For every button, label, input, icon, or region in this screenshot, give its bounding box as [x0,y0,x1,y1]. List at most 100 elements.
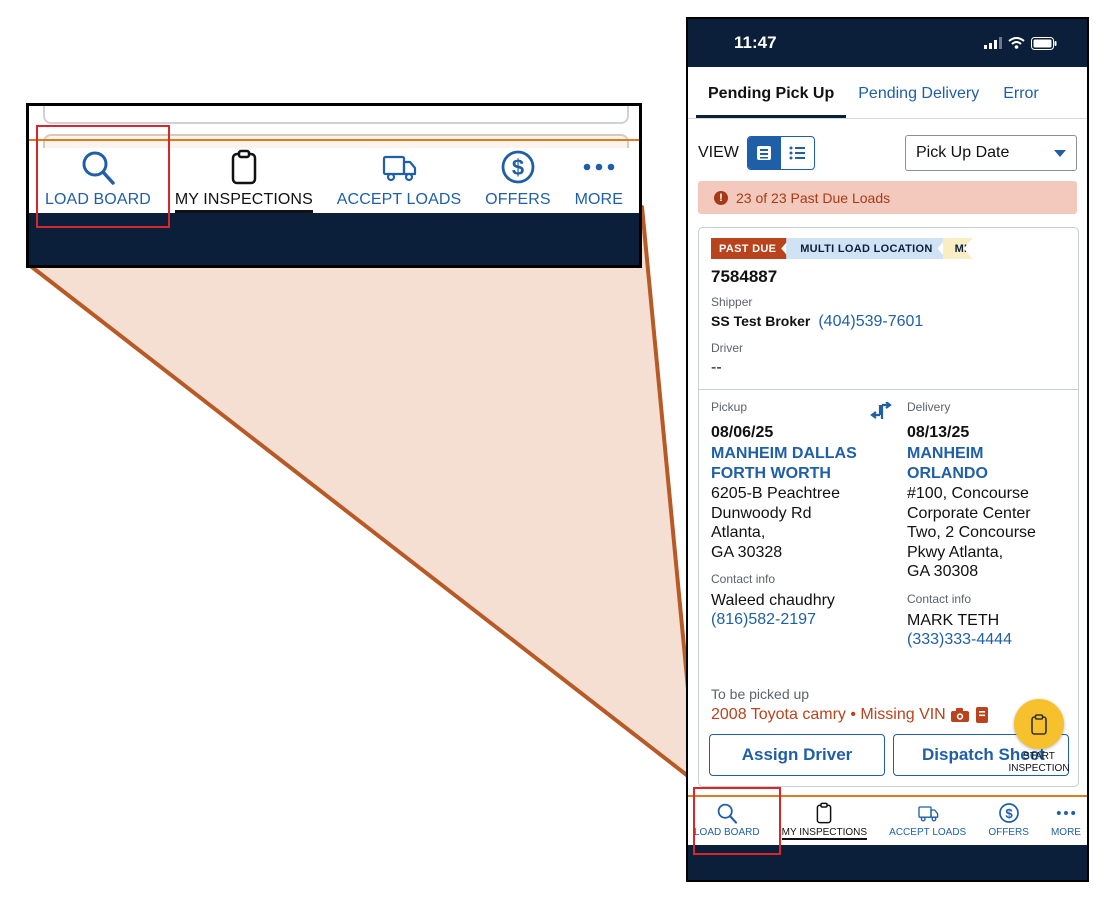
swap-arrows-icon [870,402,892,419]
nav-label: OFFERS [485,191,551,208]
nav-more[interactable]: MORE [1051,801,1081,845]
truck-icon [918,806,938,822]
delivery-label: Delivery [907,400,951,414]
delivery-address: #100, Concourse Corporate Center Two, 2 … [907,484,1077,582]
nav-label: ACCEPT LOADS [889,827,967,838]
address-line: 6205-B Peachtree [711,485,840,502]
list-view-icon [789,146,806,160]
past-due-alert: ! 23 of 23 Past Due Loads [698,181,1077,214]
delivery-location-line: MANHEIM [907,445,984,462]
app-screen: Pending Pick Up Pending Delivery Error V… [688,67,1087,795]
pickup-location-line: FORTH WORTH [711,465,831,482]
address-line: Dunwoody Rd [711,504,812,522]
address-line: Two, 2 Concourse [907,524,1036,541]
shipper-section: Shipper SS Test Broker (404)539-7601 [711,295,1078,331]
nav-my-inspections[interactable]: MY INSPECTIONS [781,801,868,845]
to-be-picked-up-section: To be picked up 2008 Toyota camry • Miss… [711,686,990,724]
truck-icon [382,155,417,182]
load-number: 7584887 [711,267,778,286]
pickup-address: 6205-B Peachtree Dunwoody Rd Atlanta, GA… [711,484,907,562]
delivery-location-line: ORLANDO [907,465,988,482]
nav-label: MY INSPECTIONS [174,191,313,213]
battery-icon [1031,36,1057,50]
list-view-button[interactable] [781,137,814,169]
address-line: Pkwy Atlanta, [907,543,1004,561]
pickup-date: 08/06/25 [711,424,774,441]
shipper-phone-link[interactable]: (404)539-7601 [818,313,923,331]
badge-missing: MIS [943,238,973,259]
fab-label-line: INSPECTION [1008,763,1070,774]
badge-past-due: PAST DUE [711,238,790,259]
alert-icon: ! [714,190,728,205]
svg-text:$: $ [512,155,524,180]
sort-value: Pick Up Date [916,144,1010,161]
nav-label: MY INSPECTIONS [781,827,868,840]
document-icon [975,707,988,723]
pickup-contact-name: Waleed chaudhry [711,592,835,609]
address-line: #100, Concourse [907,485,1029,502]
svg-text:$: $ [1005,806,1013,821]
view-controls: VIEW Pick Up Date [688,135,1087,171]
load-tabs: Pending Pick Up Pending Delivery Error [688,67,1087,119]
more-icon [583,163,615,171]
delivery-contact-phone-link[interactable]: (333)333-4444 [907,631,1077,649]
pickup-contact-phone-link[interactable]: (816)582-2197 [711,611,907,629]
assign-driver-button[interactable]: Assign Driver [709,734,885,776]
pickup-location-link[interactable]: MANHEIM DALLAS FORTH WORTH [711,444,907,484]
dollar-icon: $ [998,803,1019,823]
load-card[interactable]: PAST DUE MULTI LOAD LOCATION MIS 7584887… [698,227,1079,787]
clipboard-icon [817,802,832,824]
to-be-picked-up-label: To be picked up [711,686,810,702]
highlight-box-zoom [36,125,170,228]
status-time: 11:47 [734,33,777,52]
clipboard-icon [1031,714,1047,735]
status-badges: PAST DUE MULTI LOAD LOCATION MIS [711,238,1078,259]
dollar-icon: $ [501,150,535,184]
chevron-down-icon [1054,149,1066,157]
tab-error[interactable]: Error [991,67,1051,118]
shipper-label: Shipper [711,295,753,309]
signal-icon [984,37,1002,49]
nav-offers[interactable]: $ OFFERS [988,801,1029,845]
driver-value: -- [711,359,722,376]
delivery-location-link[interactable]: MANHEIM ORLANDO [907,444,1077,484]
nav-label: ACCEPT LOADS [336,191,462,208]
start-inspection-button[interactable] [1014,699,1064,749]
wifi-icon [1008,37,1025,49]
driver-label: Driver [711,341,743,355]
system-icons [984,36,1057,50]
badge-multi-load-location: MULTI LOAD LOCATION [786,238,946,259]
pickup-column: Pickup 08/06/25 MANHEIM DALLAS FORTH WOR… [711,400,907,649]
delivery-column: Delivery 08/13/25 MANHEIM ORLANDO #100, … [907,400,1077,649]
nav-accept-loads[interactable]: ACCEPT LOADS [337,147,462,209]
status-bar: 11:47 [688,19,1087,67]
address-line: GA 30328 [711,543,783,561]
driver-section: Driver -- [711,341,1078,377]
camera-icon [950,708,969,722]
nav-offers[interactable]: $ OFFERS [485,147,551,209]
nav-label: OFFERS [988,827,1029,838]
nav-more[interactable]: MORE [575,147,623,209]
view-toggle [746,136,815,170]
tab-pending-delivery[interactable]: Pending Delivery [846,67,991,118]
card-view-button[interactable] [747,137,781,169]
route-section: Pickup 08/06/25 MANHEIM DALLAS FORTH WOR… [699,390,1078,649]
tab-pending-pick-up[interactable]: Pending Pick Up [696,67,847,118]
clipboard-icon [231,149,257,185]
pickup-contact-label: Contact info [711,572,776,586]
vehicle-info: 2008 Toyota camry • Missing VIN [711,706,990,724]
vehicle-text: 2008 Toyota camry • Missing VIN [711,706,946,723]
sort-dropdown[interactable]: Pick Up Date [905,135,1077,171]
delivery-date: 08/13/25 [907,424,970,441]
nav-my-inspections[interactable]: MY INSPECTIONS [174,147,313,213]
highlight-box-phone [693,787,781,855]
more-icon [1056,811,1076,815]
zoom-card-fragment [43,106,629,124]
nav-label: MORE [574,191,623,208]
start-inspection-label: START INSPECTION [1008,751,1070,775]
address-line: Corporate Center [907,504,1031,522]
delivery-contact-name: MARK TETH [907,611,1000,629]
alert-text: 23 of 23 Past Due Loads [736,189,891,206]
nav-accept-loads[interactable]: ACCEPT LOADS [889,801,966,845]
fab-label-line: START [1023,751,1055,762]
